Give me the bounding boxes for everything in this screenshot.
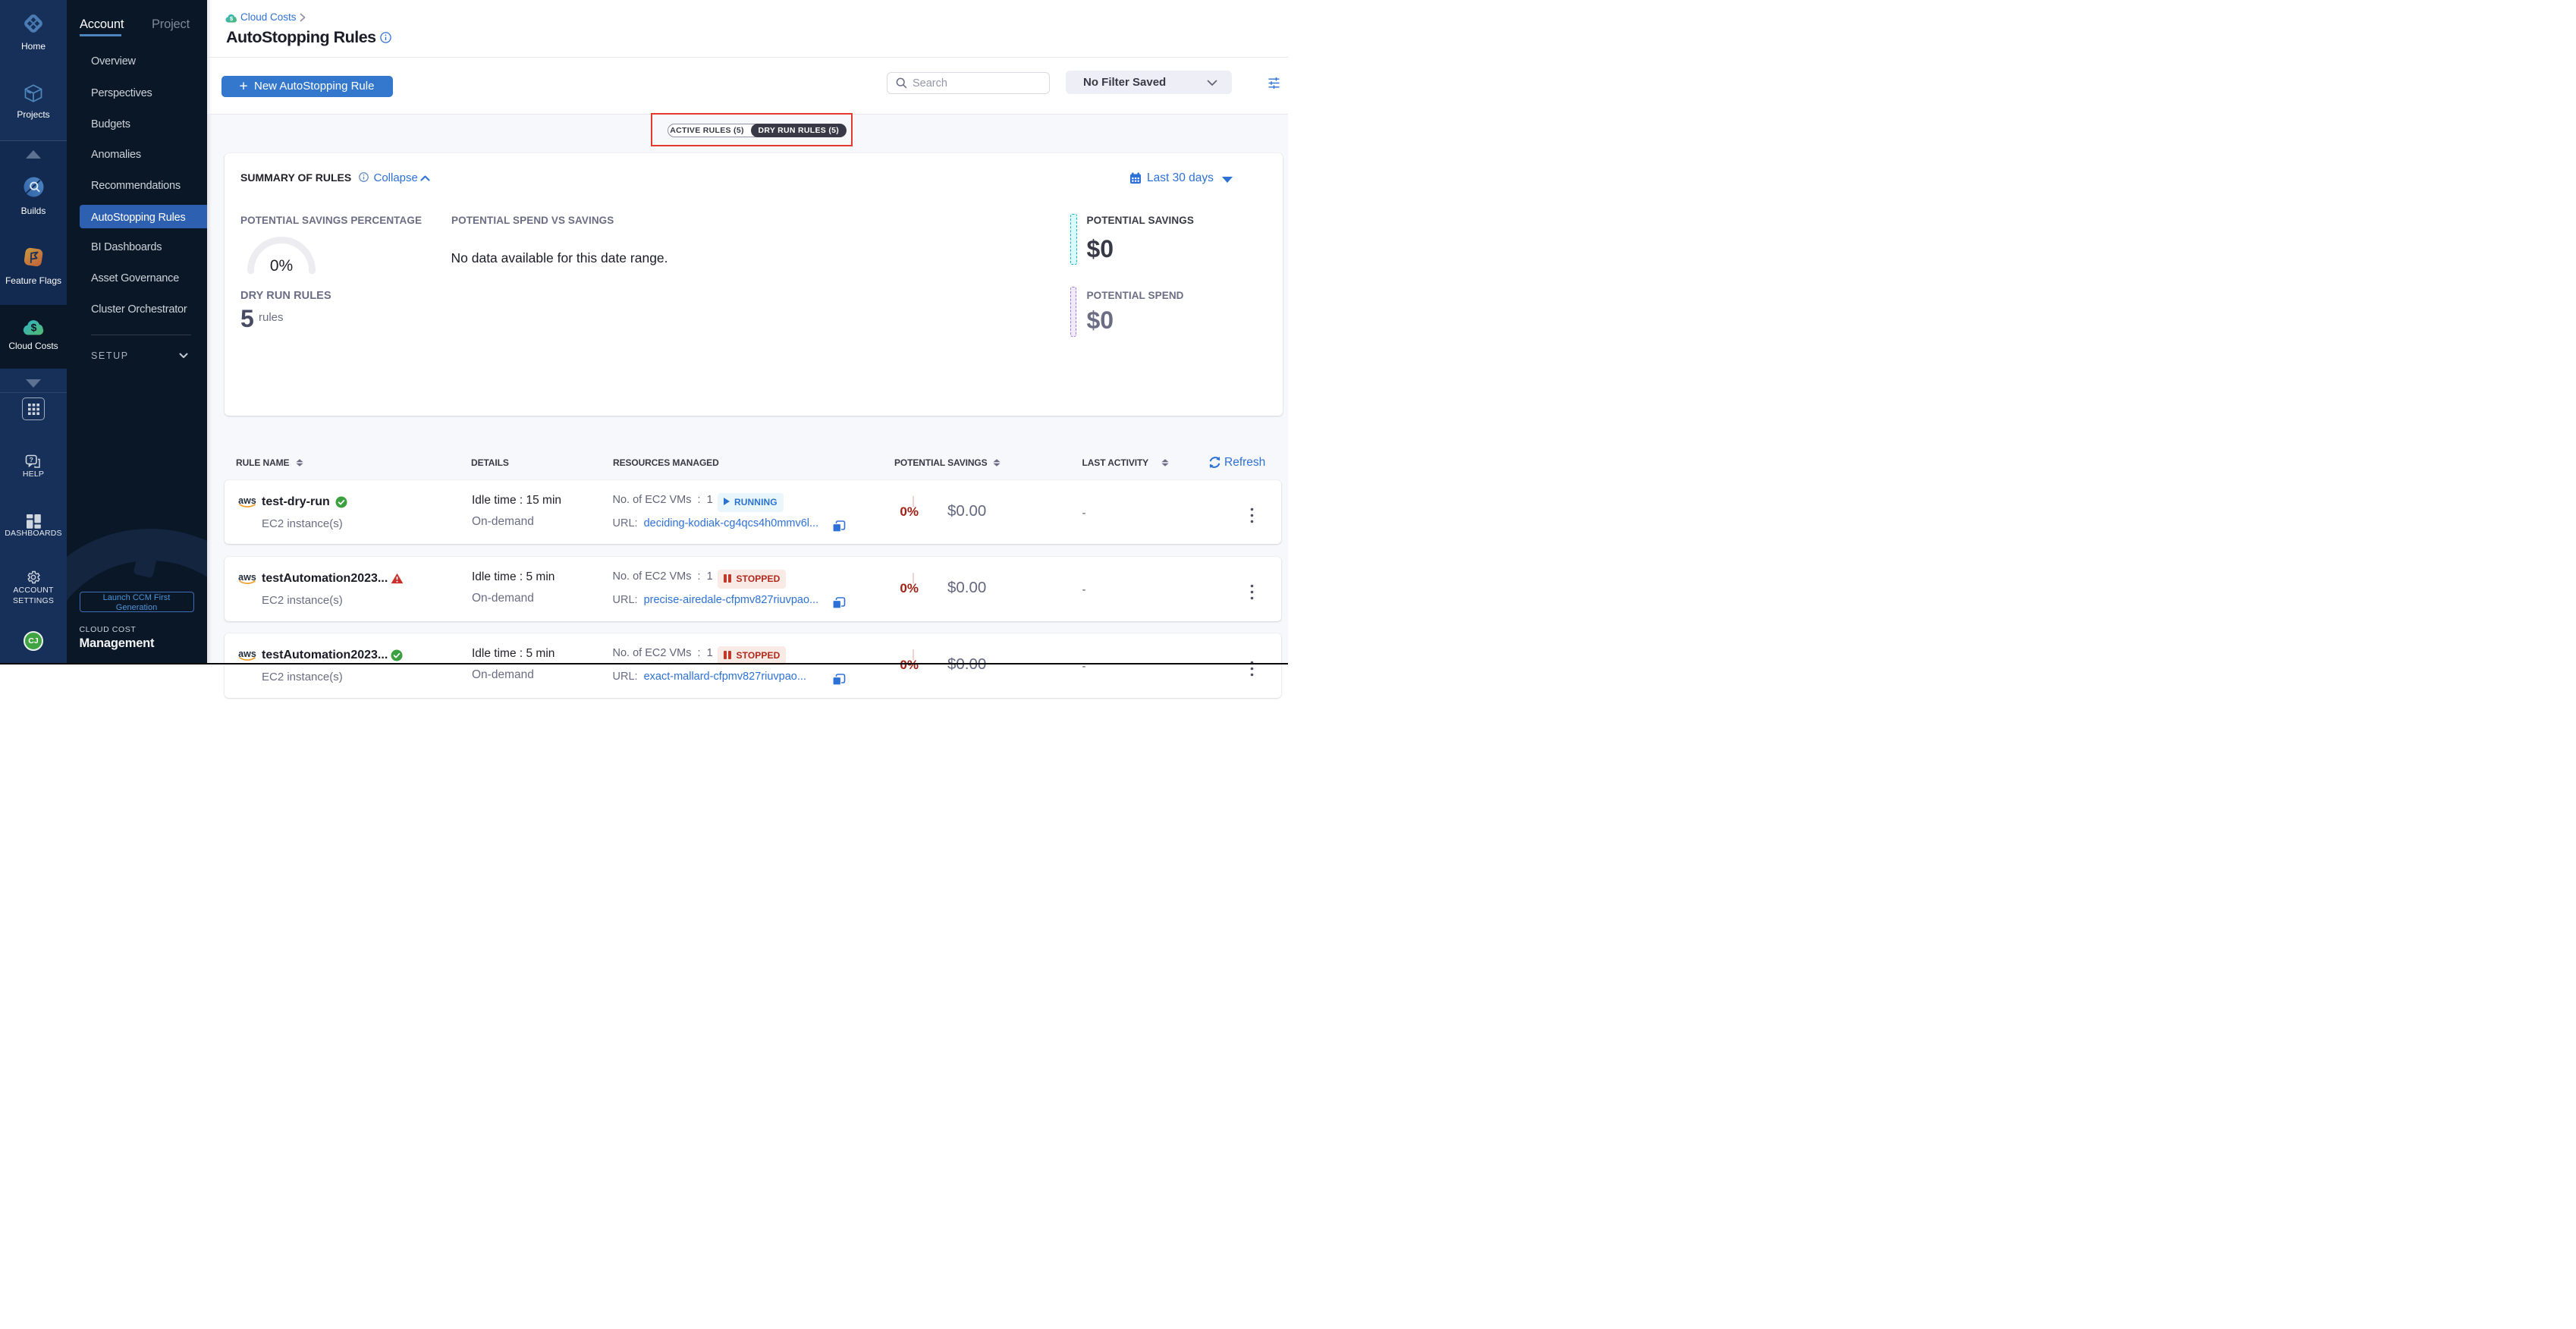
svg-text:$: $: [30, 322, 36, 334]
svg-text:?: ?: [30, 456, 33, 463]
svg-text:$: $: [229, 15, 233, 22]
